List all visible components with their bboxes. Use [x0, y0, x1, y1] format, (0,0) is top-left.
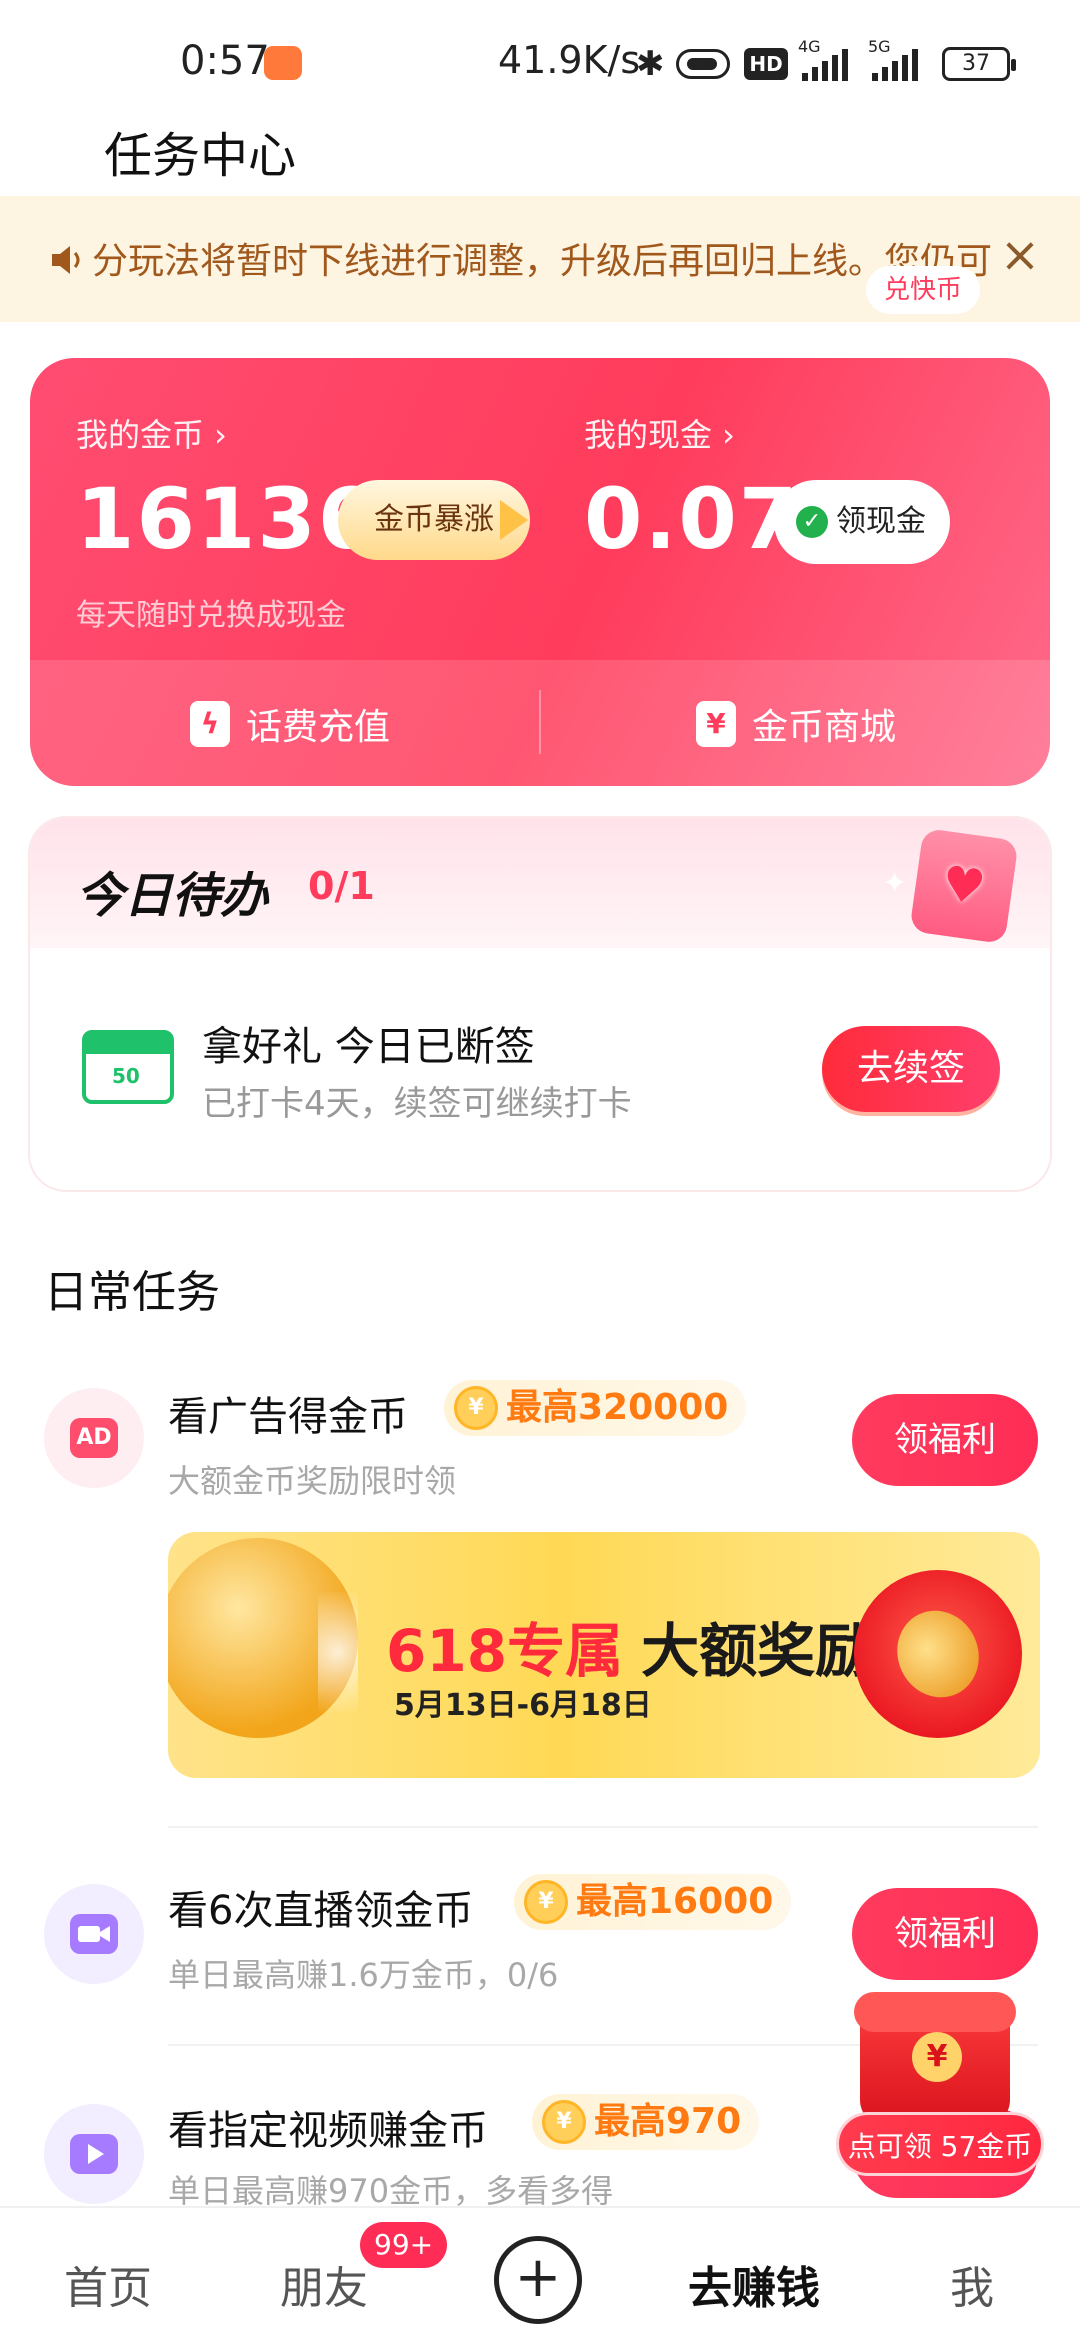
- signal-5g-icon: 5G: [868, 37, 928, 81]
- coin-mall-badge: 兑快币: [866, 266, 981, 314]
- signal-4g-icon: 4G: [798, 37, 858, 81]
- coin-icon: ¥: [542, 2100, 586, 2144]
- plus-icon[interactable]: +: [494, 2236, 582, 2324]
- claim-welfare-button[interactable]: 领福利: [852, 1394, 1038, 1486]
- today-todo-card: 今日待办 0/1 ✦ 50 拿好礼 今日已断签 已打卡4天，续签可继续打卡 去续…: [30, 818, 1050, 1190]
- app-notification-icon: [264, 46, 302, 80]
- close-icon[interactable]: ×: [996, 231, 1044, 280]
- lightning-icon: ϟ: [190, 701, 230, 747]
- video-camera-icon: [70, 1914, 118, 1954]
- bluetooth-icon: ✱: [636, 44, 665, 84]
- coins-card: 我的金币 › 16136 金币暴涨 我的现金 › 0.07 ✓ 领现金 每天随时…: [30, 358, 1050, 786]
- task-name: 看6次直播领金币: [168, 1888, 474, 1934]
- notice-text: 分玩法将暂时下线进行调整，升级后再回归上线。您仍可: [92, 241, 993, 282]
- gift-box-icon: [854, 1992, 1016, 2126]
- task-reward-badge: ¥ 最高320000: [444, 1380, 747, 1436]
- my-cash-link[interactable]: 我的现金 ›: [584, 410, 735, 456]
- todo-title: 今日待办: [76, 868, 269, 924]
- status-icons: ✱ HD 4G 5G 37: [636, 37, 1016, 84]
- nav-me[interactable]: 我: [950, 2252, 994, 2316]
- coin-icon: ¥: [454, 1386, 498, 1430]
- phone-recharge-button[interactable]: ϟ 话费充值: [190, 696, 390, 752]
- resign-button[interactable]: 去续签: [822, 1026, 1000, 1112]
- nav-friends[interactable]: 朋友: [280, 2252, 368, 2316]
- surge-arrow-icon: [500, 500, 528, 540]
- exchange-hint: 每天随时兑换成现金: [76, 598, 346, 633]
- sparkle-glow: [318, 1592, 358, 1712]
- coins-card-actions: ϟ 话费充值 ¥ 金币商城: [30, 660, 1050, 786]
- check-icon: ✓: [796, 506, 828, 538]
- promo-banner-618[interactable]: 618专属 大额奖励 5月13日-6月18日: [168, 1532, 1040, 1778]
- nav-home[interactable]: 首页: [64, 2252, 152, 2316]
- task-subtitle: 单日最高赚1.6万金币，0/6: [168, 1956, 559, 1994]
- network-speed: 41.9K/s: [498, 38, 641, 82]
- ad-icon: AD: [70, 1418, 118, 1458]
- battery-icon: 37: [942, 47, 1016, 81]
- speaker-icon: [52, 246, 80, 274]
- calendar-heart-icon: [909, 827, 1019, 945]
- separator: [168, 1826, 1038, 1828]
- ticket-icon: ¥: [696, 701, 736, 747]
- task-subtitle: 大额金币奖励限时领: [168, 1462, 457, 1500]
- task-reward-badge: ¥ 最高16000: [514, 1874, 792, 1930]
- coin-icon: ¥: [524, 1880, 568, 1924]
- task-reward-badge: ¥ 最高970: [532, 2094, 760, 2150]
- video-task-icon: [44, 2104, 144, 2204]
- cash-balance: 0.07: [584, 470, 800, 568]
- todo-header: 今日待办 0/1 ✦: [30, 818, 1050, 948]
- toggle-pill-icon: [676, 49, 730, 79]
- divider: [539, 690, 541, 754]
- page-title: 任务中心: [104, 128, 297, 184]
- coin-mall-label: 金币商城: [752, 707, 897, 748]
- play-icon: [70, 2134, 118, 2174]
- coin-mall-button[interactable]: ¥ 金币商城: [696, 696, 896, 752]
- claim-welfare-button[interactable]: 领福利: [852, 1888, 1038, 1980]
- daily-tasks-title: 日常任务: [44, 1267, 220, 1318]
- floating-claim-button[interactable]: 点可领 57金币: [836, 2112, 1044, 2176]
- promo-accent: 618专属: [386, 1617, 624, 1685]
- coins-balance: 16136: [76, 470, 379, 568]
- friends-badge: 99+: [360, 2222, 448, 2268]
- task-name: 看指定视频赚金币: [168, 2108, 488, 2154]
- withdraw-cash-button[interactable]: ✓ 领现金: [774, 480, 950, 564]
- sparkle-icon: ✦: [882, 866, 908, 901]
- nav-earn[interactable]: 去赚钱: [688, 2252, 820, 2316]
- ad-task-icon: AD: [44, 1388, 144, 1488]
- promo-main: 大额奖励: [641, 1617, 874, 1685]
- gift-card-icon: 50: [82, 1030, 174, 1104]
- status-time: 0:57: [180, 38, 270, 84]
- bottom-nav: 首页 朋友 99+ + 去赚钱 我: [0, 2206, 1080, 2340]
- todo-item-subtitle: 已打卡4天，续签可继续打卡: [202, 1084, 632, 1124]
- task-name: 看广告得金币: [168, 1394, 408, 1440]
- my-coins-link[interactable]: 我的金币 ›: [76, 410, 227, 456]
- red-coin-icon: [854, 1570, 1022, 1738]
- withdraw-cash-label: 领现金: [836, 504, 926, 539]
- phone-recharge-label: 话费充值: [246, 707, 391, 748]
- status-bar: 0:57 41.9K/s ✱ HD 4G 5G 37: [0, 0, 1080, 120]
- live-task-icon: [44, 1884, 144, 1984]
- promo-headline: 618专属 大额奖励: [386, 1604, 873, 1688]
- todo-item-title: 拿好礼 今日已断签: [202, 1024, 535, 1070]
- promo-dates: 5月13日-6月18日: [394, 1688, 652, 1723]
- hd-icon: HD: [744, 48, 788, 80]
- todo-count: 0/1: [308, 864, 375, 908]
